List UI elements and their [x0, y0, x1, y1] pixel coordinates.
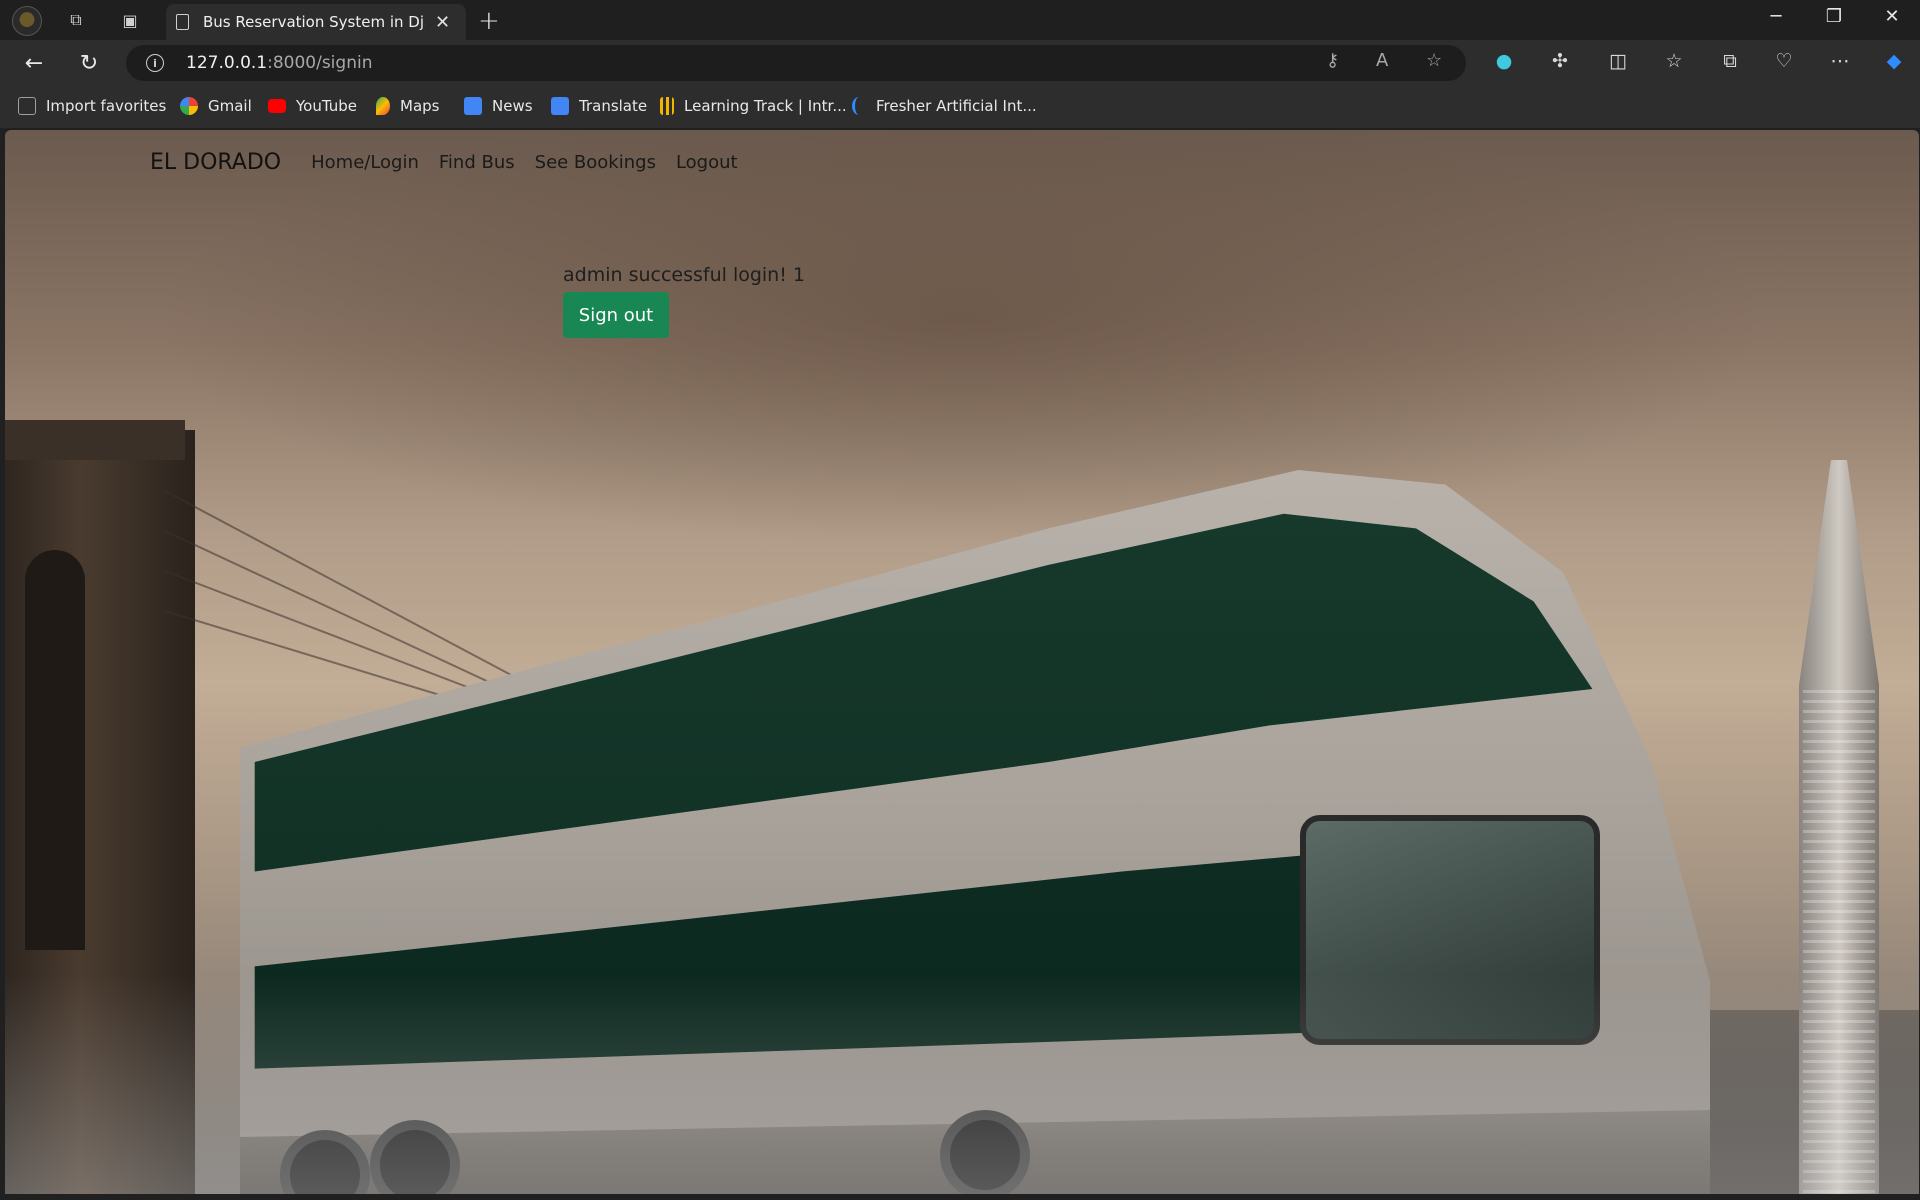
site-info-icon[interactable]: i — [146, 54, 164, 72]
tab-bar: ⧉ ▣ Bus Reservation System in Djang ✕ + … — [0, 0, 1920, 40]
collections-icon[interactable]: ⧉ — [1716, 50, 1744, 72]
workspaces-icon[interactable]: ⧉ — [62, 6, 90, 34]
refresh-icon[interactable]: ↻ — [73, 48, 105, 78]
favorites-icon[interactable]: ☆ — [1660, 50, 1688, 72]
bookmark-label: Maps — [400, 97, 440, 115]
extension-circle-icon[interactable]: ● — [1490, 50, 1518, 72]
favorite-star-icon[interactable]: ☆ — [1426, 50, 1442, 71]
bookmark-label: YouTube — [296, 97, 357, 115]
site-navbar: EL DORADO Home/Login Find Bus See Bookin… — [150, 150, 758, 175]
bookmark-gmail[interactable]: Gmail — [180, 97, 252, 115]
vertical-tabs-icon[interactable]: ▣ — [116, 6, 144, 34]
login-success-message: admin successful login! 1 — [563, 264, 805, 286]
bookmark-label: Fresher Artificial Int... — [876, 97, 1037, 115]
browser-essentials-icon[interactable]: ♡ — [1770, 50, 1798, 72]
fog-overlay — [5, 974, 1919, 1194]
back-icon[interactable]: ← — [18, 48, 50, 78]
browser-toolbar: ← ↻ i 127.0.0.1:8000/signin ⚷ A ☆ ● ✣ ◫ … — [0, 40, 1920, 86]
page-viewport: EL DORADO Home/Login Find Bus See Bookin… — [5, 130, 1919, 1194]
bookmark-fresher-ai[interactable]: Fresher Artificial Int... — [852, 97, 1037, 115]
sign-out-button[interactable]: Sign out — [563, 292, 669, 338]
close-tab-icon[interactable]: ✕ — [435, 12, 450, 33]
youtube-icon — [268, 99, 286, 113]
fresher-logo-icon — [852, 97, 866, 115]
bookmark-learning-track[interactable]: Learning Track | Intr... — [660, 97, 847, 115]
split-screen-icon[interactable]: ◫ — [1604, 50, 1632, 72]
close-window-icon[interactable]: ✕ — [1872, 6, 1912, 27]
translate-icon — [551, 97, 569, 115]
bookmark-import-favorites[interactable]: Import favorites — [18, 97, 166, 115]
read-aloud-icon[interactable]: A — [1376, 50, 1388, 71]
url-host: 127.0.0.1 — [186, 53, 268, 73]
bookmark-label: Translate — [579, 97, 648, 115]
new-tab-icon[interactable]: + — [478, 6, 500, 36]
google-icon — [180, 97, 198, 115]
key-icon[interactable]: ⚷ — [1326, 50, 1339, 71]
extensions-icon[interactable]: ✣ — [1546, 50, 1574, 72]
nav-see-bookings[interactable]: See Bookings — [535, 152, 656, 173]
more-menu-icon[interactable]: ⋯ — [1826, 50, 1854, 72]
minimize-icon[interactable]: ─ — [1756, 6, 1796, 27]
news-icon — [464, 97, 482, 115]
brand-logo[interactable]: EL DORADO — [150, 150, 281, 175]
bookmarks-bar: Import favorites Gmail YouTube Maps News… — [0, 86, 1920, 128]
bridge-tower-cap — [5, 420, 185, 460]
bookmark-label: Import favorites — [46, 97, 167, 115]
bookmark-label: News — [492, 97, 533, 115]
bookmark-maps[interactable]: Maps — [376, 97, 439, 115]
maps-pin-icon — [376, 97, 390, 115]
profile-avatar-icon[interactable] — [12, 6, 42, 36]
bookmark-label: Gmail — [208, 97, 252, 115]
bookmark-translate[interactable]: Translate — [551, 97, 647, 115]
restore-icon[interactable]: ❐ — [1814, 6, 1854, 27]
copilot-icon[interactable]: ◆ — [1880, 50, 1908, 72]
tab-title: Bus Reservation System in Djang — [203, 13, 425, 31]
chart-bars-icon — [660, 97, 674, 115]
url-path: :8000/signin — [267, 53, 373, 73]
bridge-arch — [25, 550, 85, 950]
nav-home-login[interactable]: Home/Login — [311, 152, 419, 173]
nav-find-bus[interactable]: Find Bus — [439, 152, 515, 173]
bookmark-label: Learning Track | Intr... — [684, 97, 847, 115]
browser-tab-active[interactable]: Bus Reservation System in Djang ✕ — [166, 4, 466, 40]
address-bar[interactable]: i 127.0.0.1:8000/signin — [126, 45, 1466, 81]
import-icon — [18, 97, 36, 115]
document-icon — [176, 14, 189, 30]
bookmark-news[interactable]: News — [464, 97, 533, 115]
bookmark-youtube[interactable]: YouTube — [268, 97, 357, 115]
nav-logout[interactable]: Logout — [676, 152, 738, 173]
